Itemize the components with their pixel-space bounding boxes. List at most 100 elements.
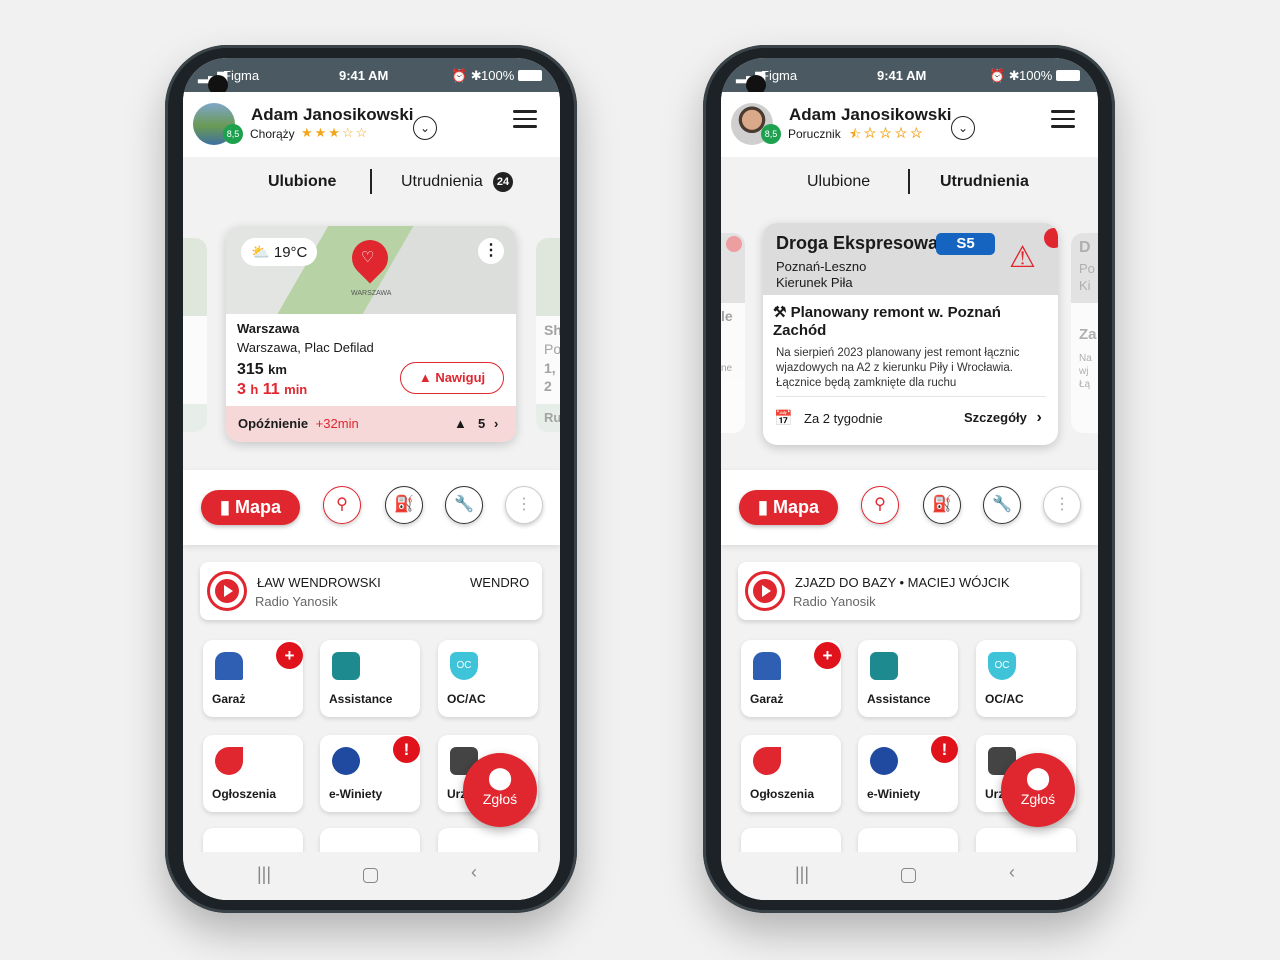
calendar-icon: 📅: [774, 410, 793, 427]
wrench-icon[interactable]: 🔧: [983, 486, 1021, 524]
user-rank: Chorąży: [250, 127, 295, 141]
map-preview[interactable]: ⛅ 19°C ♡ WARSZAWA ⋮: [226, 226, 516, 314]
tile-ogloszenia[interactable]: Ogłoszenia: [741, 735, 841, 812]
search-icon[interactable]: ⚲: [323, 486, 361, 524]
delay-value: +32min: [315, 416, 359, 431]
status-bar: ▂▄▆ Figma 9:41 AM ⏰ ✱ 100%: [721, 58, 1098, 92]
rating-stars: ★★★☆☆: [301, 125, 370, 140]
play-icon[interactable]: [207, 571, 247, 611]
map-icon: ▮: [220, 497, 230, 517]
more-vertical-icon[interactable]: ⋮: [505, 486, 543, 524]
clock: 9:41 AM: [877, 68, 927, 83]
tab-utrudnienia[interactable]: Utrudnienia: [401, 173, 483, 191]
weather-chip: ⛅ 19°C: [241, 238, 318, 266]
peek-card-left[interactable]: le ne: [721, 233, 745, 433]
status-bar: ▂▄▆ Figma 9:41 AM ⏰ ✱ 100%: [183, 58, 560, 92]
score-badge: 8,5: [761, 124, 781, 144]
navigate-button[interactable]: ▲ Nawiguj: [400, 362, 504, 394]
tile-ogloszenia[interactable]: Ogłoszenia: [203, 735, 303, 812]
tile-oc-ac[interactable]: OC OC/AC: [438, 640, 538, 717]
back-icon[interactable]: ‹: [1009, 862, 1015, 883]
warning-triangle-icon: ⚠: [1009, 241, 1036, 274]
tile-oc-ac[interactable]: OC OC/AC: [976, 640, 1076, 717]
peek-card-right[interactable]: Sh Po 1, 2 Ru: [536, 238, 560, 432]
chevron-down-icon[interactable]: ⌄: [413, 116, 437, 140]
screen: ▂▄▆ Figma 9:41 AM ⏰ ✱ 100% 8,5 Adam Jano…: [183, 58, 560, 900]
play-icon[interactable]: [745, 571, 785, 611]
road-type: Droga Ekspresowa: [776, 233, 939, 253]
chevron-down-icon[interactable]: ⌄: [951, 116, 975, 140]
car-shield-icon: [332, 652, 360, 680]
system-nav-bar: ||| ‹: [721, 852, 1098, 900]
tab-utrudnienia[interactable]: Utrudnienia: [940, 173, 1029, 191]
fuel-station-icon[interactable]: ⛽: [923, 486, 961, 524]
recent-apps-icon[interactable]: |||: [257, 864, 271, 885]
rating-stars: ⯪☆☆☆☆: [849, 126, 926, 141]
radio-player[interactable]: ZJAZD DO BAZY • MACIEJ WÓJCIK Radio Yano…: [738, 562, 1080, 620]
alarm-bluetooth-icon: ⏰ ✱: [451, 68, 482, 83]
car-drop-icon: [753, 747, 781, 775]
score-badge: 8,5: [223, 124, 243, 144]
user-rank: Porucznik: [788, 127, 841, 141]
roadworks-icon: ⚒: [773, 304, 791, 321]
add-badge[interactable]: +: [276, 642, 303, 669]
system-nav-bar: ||| ‹: [183, 852, 560, 900]
road-header: Droga Ekspresowa S5 Poznań-Leszno Kierun…: [763, 223, 1058, 295]
warning-icon: ▲: [454, 416, 467, 431]
disruption-description: Na sierpień 2023 planowany jest remont ł…: [776, 347, 1020, 389]
recent-apps-icon[interactable]: |||: [795, 864, 809, 885]
chevron-right-icon: ›: [494, 416, 499, 431]
more-vertical-icon[interactable]: ⋮: [1043, 486, 1081, 524]
hamburger-menu-icon[interactable]: [1051, 110, 1075, 133]
tile-assistance[interactable]: Assistance: [858, 640, 958, 717]
favorite-route-card[interactable]: ⛅ 19°C ♡ WARSZAWA ⋮ Warszawa Warszawa, P…: [226, 226, 516, 442]
count-badge: 24: [493, 172, 513, 192]
warning-count: 5: [478, 416, 486, 431]
garage-icon: [753, 652, 781, 680]
map-icon: ▮: [758, 497, 768, 517]
report-button[interactable]: ⬤ Zgłoś: [1001, 753, 1075, 827]
details-link[interactable]: Szczegóły ›: [964, 409, 1042, 427]
tab-ulubione[interactable]: Ulubione: [268, 173, 336, 191]
route: Poznań-Leszno: [776, 259, 867, 274]
radio-track-scroll: WENDRO: [470, 575, 530, 590]
wrench-icon[interactable]: 🔧: [445, 486, 483, 524]
quick-toolbar: ▮ Mapa ⚲ ⛽ 🔧 ⋮: [721, 470, 1098, 545]
add-badge[interactable]: +: [814, 642, 841, 669]
peek-card-left[interactable]: [183, 238, 207, 432]
battery-level: 100%: [1019, 68, 1053, 83]
distance: 315 km: [237, 361, 287, 378]
more-vertical-icon[interactable]: ⋮: [478, 238, 504, 264]
home-icon[interactable]: [363, 868, 378, 883]
hamburger-menu-icon[interactable]: [513, 110, 537, 133]
tab-ulubione[interactable]: Ulubione: [807, 173, 870, 191]
back-icon[interactable]: ‹: [471, 862, 477, 883]
map-button[interactable]: ▮ Mapa: [739, 490, 838, 525]
report-button[interactable]: ⬤ Zgłoś: [463, 753, 537, 827]
search-icon[interactable]: ⚲: [861, 486, 899, 524]
battery-level: 100%: [481, 68, 515, 83]
location-pin-icon: ⬤: [1025, 765, 1051, 790]
home-icon[interactable]: [901, 868, 916, 883]
map-button[interactable]: ▮ Mapa: [201, 490, 300, 525]
alert-badge[interactable]: !: [931, 736, 958, 763]
radio-player[interactable]: ŁAW WENDROWSKI WENDRO Radio Yanosik: [200, 562, 542, 620]
peek-card-right[interactable]: D Po Ki Za Na wj Łą: [1071, 233, 1098, 433]
highway-coin-icon: [870, 747, 898, 775]
direction: Kierunek Piła: [776, 275, 853, 290]
peek-status-dot: [726, 236, 742, 252]
car-drop-icon: [215, 747, 243, 775]
divider: [776, 396, 1046, 397]
delay-bar[interactable]: Opóźnienie +32min ▲ 5 ›: [226, 406, 516, 442]
tab-divider: [908, 169, 910, 194]
radio-station: Radio Yanosik: [793, 594, 876, 609]
car-shield-icon: [870, 652, 898, 680]
tile-assistance[interactable]: Assistance: [320, 640, 420, 717]
alert-badge[interactable]: !: [393, 736, 420, 763]
fuel-station-icon[interactable]: ⛽: [385, 486, 423, 524]
alarm-bluetooth-icon: ⏰ ✱: [989, 68, 1020, 83]
screen: ▂▄▆ Figma 9:41 AM ⏰ ✱ 100% 8,5 Adam Jano…: [721, 58, 1098, 900]
highway-coin-icon: [332, 747, 360, 775]
place-address: Warszawa, Plac Defilad: [237, 340, 374, 355]
disruption-card[interactable]: Droga Ekspresowa S5 Poznań-Leszno Kierun…: [763, 223, 1058, 445]
